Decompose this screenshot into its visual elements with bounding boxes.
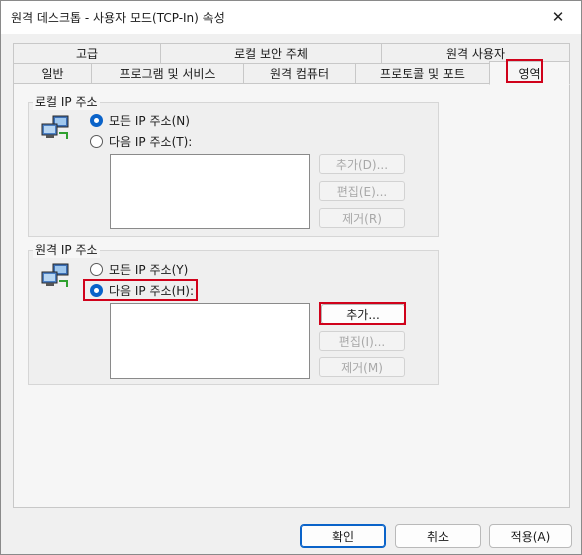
network-computers-icon — [41, 263, 69, 287]
remote-add-highlight — [319, 302, 406, 325]
radio-label: 다음 IP 주소(T): — [109, 135, 193, 149]
tab-remote-computers[interactable]: 원격 컴퓨터 — [243, 63, 356, 84]
remote-these-ip-highlight — [83, 279, 198, 301]
radio-label: 모든 IP 주소(Y) — [109, 263, 189, 277]
cancel-button[interactable]: 취소 — [395, 524, 481, 548]
tab-label: 일반 — [41, 67, 64, 81]
properties-dialog: 원격 데스크톱 - 사용자 모드(TCP-In) 속성 ✕ 고급 로컬 보안 주… — [0, 0, 582, 555]
remote-edit-button[interactable]: 편집(I)... — [319, 331, 405, 351]
network-computers-icon — [41, 115, 69, 139]
radio-indicator — [90, 135, 103, 148]
remote-any-ip-radio[interactable]: 모든 IP 주소(Y) — [90, 261, 188, 278]
radio-indicator — [90, 263, 103, 276]
local-any-ip-radio[interactable]: 모든 IP 주소(N) — [90, 112, 190, 129]
tab-label: 원격 사용자 — [445, 47, 505, 61]
local-ip-group-title: 로컬 IP 주소 — [33, 93, 100, 110]
remote-remove-button[interactable]: 제거(M) — [319, 357, 405, 377]
tab-protocols-ports[interactable]: 프로토콜 및 포트 — [355, 63, 490, 84]
local-edit-button[interactable]: 편집(E)... — [319, 181, 405, 201]
remote-ip-group-title: 원격 IP 주소 — [33, 241, 100, 258]
remote-ip-list[interactable] — [110, 303, 310, 379]
tab-label: 원격 컴퓨터 — [269, 67, 329, 81]
title-bar[interactable]: 원격 데스크톱 - 사용자 모드(TCP-In) 속성 ✕ — [1, 1, 581, 34]
ok-button[interactable]: 확인 — [300, 524, 386, 548]
local-ip-list[interactable] — [110, 154, 310, 229]
tab-label: 로컬 보안 주체 — [234, 47, 308, 61]
local-add-button[interactable]: 추가(D)... — [319, 154, 405, 174]
window-title: 원격 데스크톱 - 사용자 모드(TCP-In) 속성 — [11, 11, 225, 25]
tab-label: 고급 — [75, 47, 99, 61]
apply-button[interactable]: 적용(A) — [489, 524, 572, 548]
close-button[interactable]: ✕ — [535, 1, 581, 33]
close-icon: ✕ — [551, 8, 565, 26]
radio-label: 모든 IP 주소(N) — [109, 114, 190, 128]
tab-advanced[interactable]: 고급 — [13, 43, 161, 64]
tab-label: 프로토콜 및 포트 — [380, 67, 465, 81]
tab-local-principals[interactable]: 로컬 보안 주체 — [160, 43, 382, 64]
local-remove-button[interactable]: 제거(R) — [319, 208, 405, 228]
tab-scope-highlight — [506, 59, 543, 83]
tab-programs-services[interactable]: 프로그램 및 서비스 — [91, 63, 244, 84]
tab-label: 프로그램 및 서비스 — [119, 67, 216, 81]
radio-indicator — [90, 114, 103, 127]
tab-general[interactable]: 일반 — [13, 63, 92, 84]
local-these-ip-radio[interactable]: 다음 IP 주소(T): — [90, 133, 192, 150]
